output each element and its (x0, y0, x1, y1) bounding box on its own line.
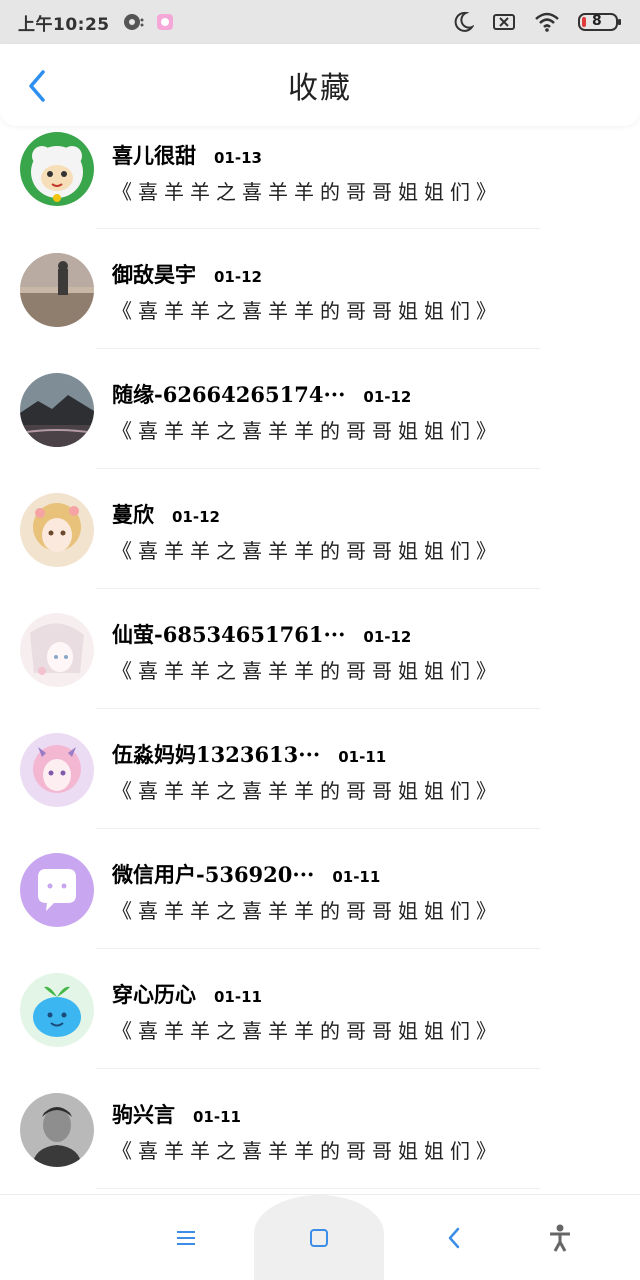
user-name: 仙萤-68534651761··· (112, 622, 346, 647)
item-subtitle: 《喜羊羊之喜羊羊的哥哥姐姐们》 (112, 299, 502, 323)
list-item[interactable]: 微信用户-536920··· 01-11 《喜羊羊之喜羊羊的哥哥姐姐们》 (0, 829, 640, 949)
date: 01-11 (214, 988, 262, 1006)
status-time: 上午10:25 (18, 14, 110, 35)
avatar (20, 1093, 94, 1167)
battery-icon: 8 (578, 12, 622, 32)
avatar (20, 373, 94, 447)
user-name: 御敌昊宇 (112, 262, 196, 287)
date: 01-11 (193, 1108, 241, 1126)
avatar (20, 733, 94, 807)
avatar (20, 853, 94, 927)
battery-level: 8 (592, 13, 602, 29)
user-name: 喜儿很甜 (112, 143, 196, 168)
no-sim-icon (492, 12, 516, 32)
notification-icon (122, 12, 144, 32)
item-subtitle: 《喜羊羊之喜羊羊的哥哥姐姐们》 (112, 1019, 502, 1043)
system-nav-bar (0, 1194, 640, 1280)
divider (96, 1188, 540, 1189)
square-icon (310, 1229, 328, 1247)
accessibility-button[interactable] (526, 1195, 594, 1280)
list-item[interactable]: 随缘-62664265174··· 01-12 《喜羊羊之喜羊羊的哥哥姐姐们》 (0, 349, 640, 469)
moon-icon (452, 11, 474, 33)
avatar (20, 493, 94, 567)
date: 01-13 (214, 149, 262, 167)
list-item[interactable]: 驹兴言 01-11 《喜羊羊之喜羊羊的哥哥姐姐们》 (0, 1069, 640, 1189)
wifi-icon (534, 12, 560, 32)
item-subtitle: 《喜羊羊之喜羊羊的哥哥姐姐们》 (112, 899, 502, 923)
avatar (20, 613, 94, 687)
user-name: 随缘-62664265174··· (112, 382, 346, 407)
item-subtitle: 《喜羊羊之喜羊羊的哥哥姐姐们》 (112, 659, 502, 683)
item-subtitle: 《喜羊羊之喜羊羊的哥哥姐姐们》 (112, 539, 502, 563)
date: 01-11 (332, 868, 381, 886)
favorites-list: 喜儿很甜 01-13 《喜羊羊之喜羊羊的哥哥姐姐们》 御敌昊宇 01-12 《喜… (0, 126, 640, 1189)
date: 01-12 (214, 268, 262, 286)
list-item[interactable]: 穿心历心 01-11 《喜羊羊之喜羊羊的哥哥姐姐们》 (0, 949, 640, 1069)
status-bar: 上午10:25 8 (0, 0, 640, 44)
menu-icon (177, 1231, 195, 1245)
avatar (20, 132, 94, 206)
avatar (20, 973, 94, 1047)
page-header: 收藏 (0, 44, 640, 126)
user-name: 驹兴言 (112, 1102, 175, 1127)
chevron-left-icon (448, 1227, 460, 1249)
home-button[interactable] (254, 1195, 384, 1280)
avatar (20, 253, 94, 327)
item-subtitle: 《喜羊羊之喜羊羊的哥哥姐姐们》 (112, 779, 502, 803)
list-item[interactable]: 喜儿很甜 01-13 《喜羊羊之喜羊羊的哥哥姐姐们》 (0, 126, 640, 229)
back-button[interactable] (20, 66, 54, 106)
date: 01-12 (363, 628, 412, 646)
list-item[interactable]: 御敌昊宇 01-12 《喜羊羊之喜羊羊的哥哥姐姐们》 (0, 229, 640, 349)
user-name: 穿心历心 (112, 982, 196, 1007)
app-notification-icon (156, 13, 174, 31)
user-name: 蔓欣 (112, 502, 154, 527)
system-back-button[interactable] (420, 1195, 488, 1280)
recent-apps-button[interactable] (150, 1195, 222, 1280)
home-button-highlight (254, 1195, 384, 1280)
list-item[interactable]: 蔓欣 01-12 《喜羊羊之喜羊羊的哥哥姐姐们》 (0, 469, 640, 589)
chevron-left-icon (29, 70, 45, 102)
list-item[interactable]: 仙萤-68534651761··· 01-12 《喜羊羊之喜羊羊的哥哥姐姐们》 (0, 589, 640, 709)
list-item[interactable]: 伍淼妈妈1323613··· 01-11 《喜羊羊之喜羊羊的哥哥姐姐们》 (0, 709, 640, 829)
user-name: 微信用户-536920··· (112, 862, 315, 887)
item-subtitle: 《喜羊羊之喜羊羊的哥哥姐姐们》 (112, 419, 502, 443)
item-subtitle: 《喜羊羊之喜羊羊的哥哥姐姐们》 (112, 1139, 502, 1163)
date: 01-12 (172, 508, 220, 526)
accessibility-icon (550, 1224, 570, 1252)
date: 01-11 (338, 748, 387, 766)
user-name: 伍淼妈妈1323613··· (112, 742, 321, 767)
page-title: 收藏 (288, 71, 352, 106)
date: 01-12 (363, 388, 412, 406)
item-subtitle: 《喜羊羊之喜羊羊的哥哥姐姐们》 (112, 180, 502, 204)
